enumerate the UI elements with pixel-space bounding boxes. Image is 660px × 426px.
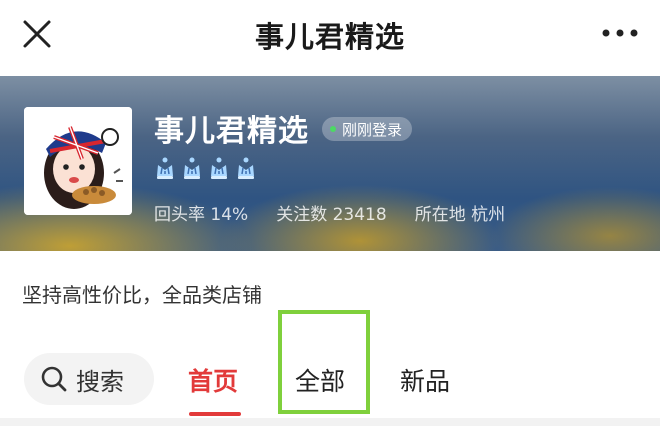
login-status-badge: 刚刚登录: [322, 117, 413, 141]
more-options-icon[interactable]: [598, 18, 642, 48]
search-icon: [41, 366, 67, 392]
shop-name: 事儿君精选: [154, 114, 309, 149]
shop-avatar[interactable]: [24, 107, 132, 215]
online-dot-icon: [330, 126, 336, 132]
stat-value: 杭州: [471, 205, 506, 225]
tab-all[interactable]: 全部: [295, 362, 345, 398]
crown-icon: [211, 157, 227, 179]
stat-label: 关注数: [276, 205, 328, 225]
stat-followers: 关注数 23418: [276, 200, 387, 225]
crown-icon: [184, 157, 200, 179]
stat-label: 回头率: [154, 205, 205, 225]
stat-value: 23418: [332, 205, 387, 225]
top-nav-bar: 事儿君精选: [0, 0, 660, 76]
shop-header-banner: 事儿君精选 刚刚登录 回头率 14% 关注数 23418 所在地 杭州: [0, 76, 660, 251]
active-tab-indicator: [189, 412, 241, 416]
search-label: 搜索: [76, 367, 124, 396]
tab-new[interactable]: 新品: [400, 362, 450, 398]
shop-tab-bar: 搜索 首页 全部 新品: [0, 340, 660, 426]
crown-icon: [157, 157, 173, 179]
search-button[interactable]: 搜索: [24, 353, 154, 405]
shop-slogan: 坚持高性价比，全品类店铺: [22, 283, 262, 307]
section-divider: [0, 418, 660, 426]
page-title: 事儿君精选: [254, 20, 405, 54]
stat-return-rate: 回头率 14%: [154, 200, 248, 225]
stat-value: 14%: [210, 205, 249, 225]
login-status-text: 刚刚登录: [342, 120, 403, 139]
stat-location: 所在地 杭州: [415, 200, 505, 225]
shop-stats: 回头率 14% 关注数 23418 所在地 杭州: [154, 200, 505, 225]
stat-label: 所在地: [414, 205, 466, 225]
crown-icon: [238, 157, 254, 179]
shop-level-crowns: [154, 156, 257, 180]
tab-home[interactable]: 首页: [188, 362, 238, 398]
